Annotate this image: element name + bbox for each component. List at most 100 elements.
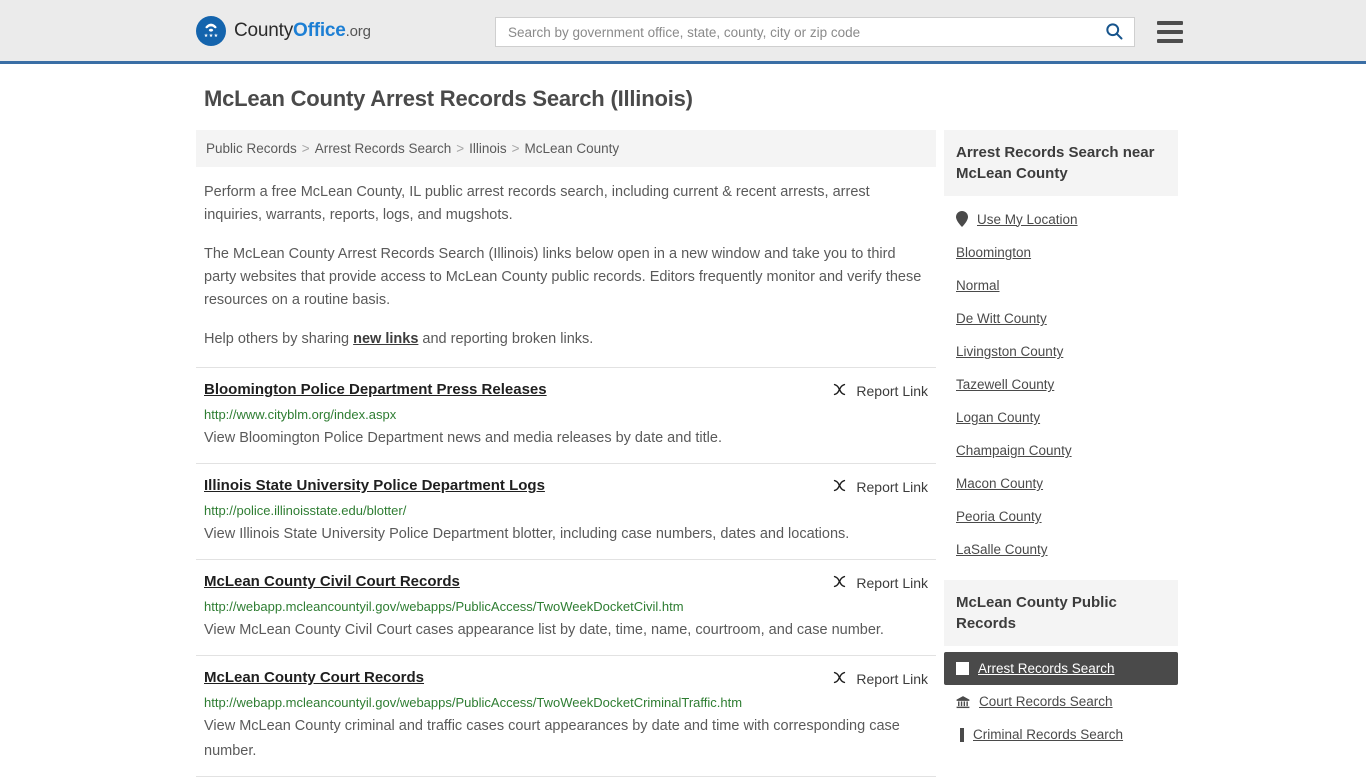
sidebar-item-label[interactable]: LaSalle County	[956, 542, 1048, 557]
sidebar-item-label[interactable]: Use My Location	[977, 212, 1078, 227]
site-logo[interactable]: CountyOffice.org	[196, 15, 371, 46]
sidebar-nearby-heading: Arrest Records Search near McLean County	[944, 130, 1178, 196]
result-header: McLean County Court Records Report Link	[204, 668, 928, 689]
report-link-button[interactable]: Report Link	[831, 477, 928, 497]
report-link-button[interactable]: Report Link	[831, 573, 928, 593]
sidebar-item-label[interactable]: Court Records Search	[979, 694, 1113, 709]
result-description: View McLean County Civil Court cases app…	[204, 622, 884, 638]
breadcrumb-item-1[interactable]: Arrest Records Search	[315, 141, 452, 156]
breadcrumb-item-0[interactable]: Public Records	[206, 141, 297, 156]
breadcrumb-separator-0: >	[301, 141, 310, 156]
sidebar-item-de-witt-county[interactable]: De Witt County	[944, 302, 1178, 335]
result-title-link[interactable]: Bloomington Police Department Press Rele…	[204, 380, 547, 400]
result-title-link[interactable]: McLean County Civil Court Records	[204, 572, 460, 592]
sidebar-item-label[interactable]: Macon County	[956, 476, 1043, 491]
sidebar-item-livingston-county[interactable]: Livingston County	[944, 335, 1178, 368]
logo-text: CountyOffice.org	[234, 20, 371, 42]
eagle-shield-icon	[196, 15, 226, 46]
broken-link-icon	[831, 573, 848, 593]
sidebar-item-lasalle-county[interactable]: LaSalle County	[944, 533, 1178, 566]
sidebar-item-logan-county[interactable]: Logan County	[944, 401, 1178, 434]
sidebar-item-label[interactable]: Peoria County	[956, 509, 1042, 524]
result-header: McLean County Civil Court Records Report…	[204, 572, 928, 593]
logo-text-office: Office	[293, 19, 346, 41]
breadcrumb-separator-2: >	[511, 141, 520, 156]
search-button[interactable]	[1102, 21, 1126, 44]
map-pin-icon	[956, 211, 968, 227]
result-url: http://police.illinoisstate.edu/blotter/	[204, 503, 407, 518]
result-description: View Illinois State University Police De…	[204, 526, 850, 542]
result-url: http://www.cityblm.org/index.aspx	[204, 407, 397, 422]
result-header: Illinois State University Police Departm…	[204, 476, 928, 497]
sidebar-item-tazewell-county[interactable]: Tazewell County	[944, 368, 1178, 401]
breadcrumb-item-2[interactable]: Illinois	[469, 141, 507, 156]
new-links-link[interactable]: new links	[353, 331, 418, 347]
sidebar-item-label[interactable]: Normal	[956, 278, 1000, 293]
sidebar-item-label[interactable]: Arrest Records Search	[978, 661, 1115, 676]
hamburger-bar-2	[1157, 30, 1183, 34]
intro-section: Perform a free McLean County, IL public …	[196, 181, 936, 351]
result-item: McLean County Court Records Report Link …	[196, 655, 936, 776]
hamburger-bar-3	[1157, 39, 1183, 43]
sidebar-item-use-my-location[interactable]: Use My Location	[944, 202, 1178, 236]
content-columns: Public Records > Arrest Records Search > Ill…	[0, 130, 1366, 777]
sidebar-item-label[interactable]: Logan County	[956, 410, 1040, 425]
page-title: McLean County Arrest Records Search (Ill…	[204, 86, 693, 111]
logo-text-org: .org	[345, 22, 371, 40]
intro-paragraph-3: Help others by sharing new links and rep…	[196, 328, 936, 351]
result-description: View McLean County criminal and traffic …	[204, 718, 900, 759]
hamburger-menu-icon[interactable]	[1157, 21, 1183, 43]
report-link-button[interactable]: Report Link	[831, 381, 928, 401]
intro-paragraph-1: Perform a free McLean County, IL public …	[204, 184, 870, 223]
sidebar-item-peoria-county[interactable]: Peoria County	[944, 500, 1178, 533]
sidebar-item-criminal-records-search[interactable]: Criminal Records Search	[944, 718, 1178, 751]
sidebar-item-label[interactable]: Bloomington	[956, 245, 1031, 260]
logo-text-county: County	[234, 19, 294, 41]
results-list: Bloomington Police Department Press Rele…	[196, 367, 936, 777]
main-column: Public Records > Arrest Records Search > Ill…	[196, 130, 936, 777]
sidebar-item-champaign-county[interactable]: Champaign County	[944, 434, 1178, 467]
report-link-label: Report Link	[856, 671, 928, 687]
sidebar-item-label[interactable]: Champaign County	[956, 443, 1072, 458]
search-area	[495, 17, 1183, 47]
report-link-button[interactable]: Report Link	[831, 669, 928, 689]
sidebar-item-label[interactable]: Tazewell County	[956, 377, 1054, 392]
sidebar: Arrest Records Search near McLean County…	[944, 130, 1178, 759]
breadcrumb-separator-1: >	[456, 141, 465, 156]
sidebar-item-label[interactable]: Livingston County	[956, 344, 1063, 359]
bar-icon	[956, 727, 964, 742]
broken-link-icon	[831, 669, 848, 689]
sidebar-public-records-heading: McLean County Public Records	[944, 580, 1178, 646]
sidebar-item-macon-county[interactable]: Macon County	[944, 467, 1178, 500]
search-icon	[1104, 21, 1124, 44]
result-header: Bloomington Police Department Press Rele…	[204, 380, 928, 401]
result-item: McLean County Civil Court Records Report…	[196, 559, 936, 655]
sidebar-item-label[interactable]: Criminal Records Search	[973, 727, 1123, 742]
result-title-link[interactable]: McLean County Court Records	[204, 668, 424, 688]
sidebar-nearby-list: Use My Location Bloomington Normal De Wi…	[944, 196, 1178, 574]
result-url: http://webapp.mcleancountyil.gov/webapps…	[204, 599, 684, 614]
broken-link-icon	[831, 381, 848, 401]
sidebar-item-label[interactable]: De Witt County	[956, 311, 1047, 326]
report-link-label: Report Link	[856, 575, 928, 591]
hamburger-bar-1	[1157, 21, 1183, 25]
result-item: Illinois State University Police Departm…	[196, 463, 936, 559]
result-description: View Bloomington Police Department news …	[204, 430, 722, 446]
report-link-label: Report Link	[856, 479, 928, 495]
breadcrumb-item-3[interactable]: McLean County	[525, 141, 620, 156]
white-square-icon	[956, 662, 969, 675]
sidebar-public-records-list: Arrest Records Search Court Records Sear…	[944, 646, 1178, 759]
result-url: http://webapp.mcleancountyil.gov/webapps…	[204, 695, 743, 710]
sidebar-item-court-records-search[interactable]: Court Records Search	[944, 685, 1178, 718]
sidebar-item-normal[interactable]: Normal	[944, 269, 1178, 302]
sidebar-item-arrest-records-search[interactable]: Arrest Records Search	[944, 652, 1178, 685]
page-body: McLean County Arrest Records Search (Ill…	[0, 64, 1366, 777]
sidebar-item-bloomington[interactable]: Bloomington	[944, 236, 1178, 269]
search-box[interactable]	[495, 17, 1135, 47]
breadcrumb: Public Records > Arrest Records Search > Ill…	[196, 130, 936, 167]
broken-link-icon	[831, 477, 848, 497]
search-input[interactable]	[506, 23, 1102, 41]
intro-p3-before: Help others by sharing	[204, 331, 354, 347]
report-link-label: Report Link	[856, 383, 928, 399]
result-title-link[interactable]: Illinois State University Police Departm…	[204, 476, 545, 496]
